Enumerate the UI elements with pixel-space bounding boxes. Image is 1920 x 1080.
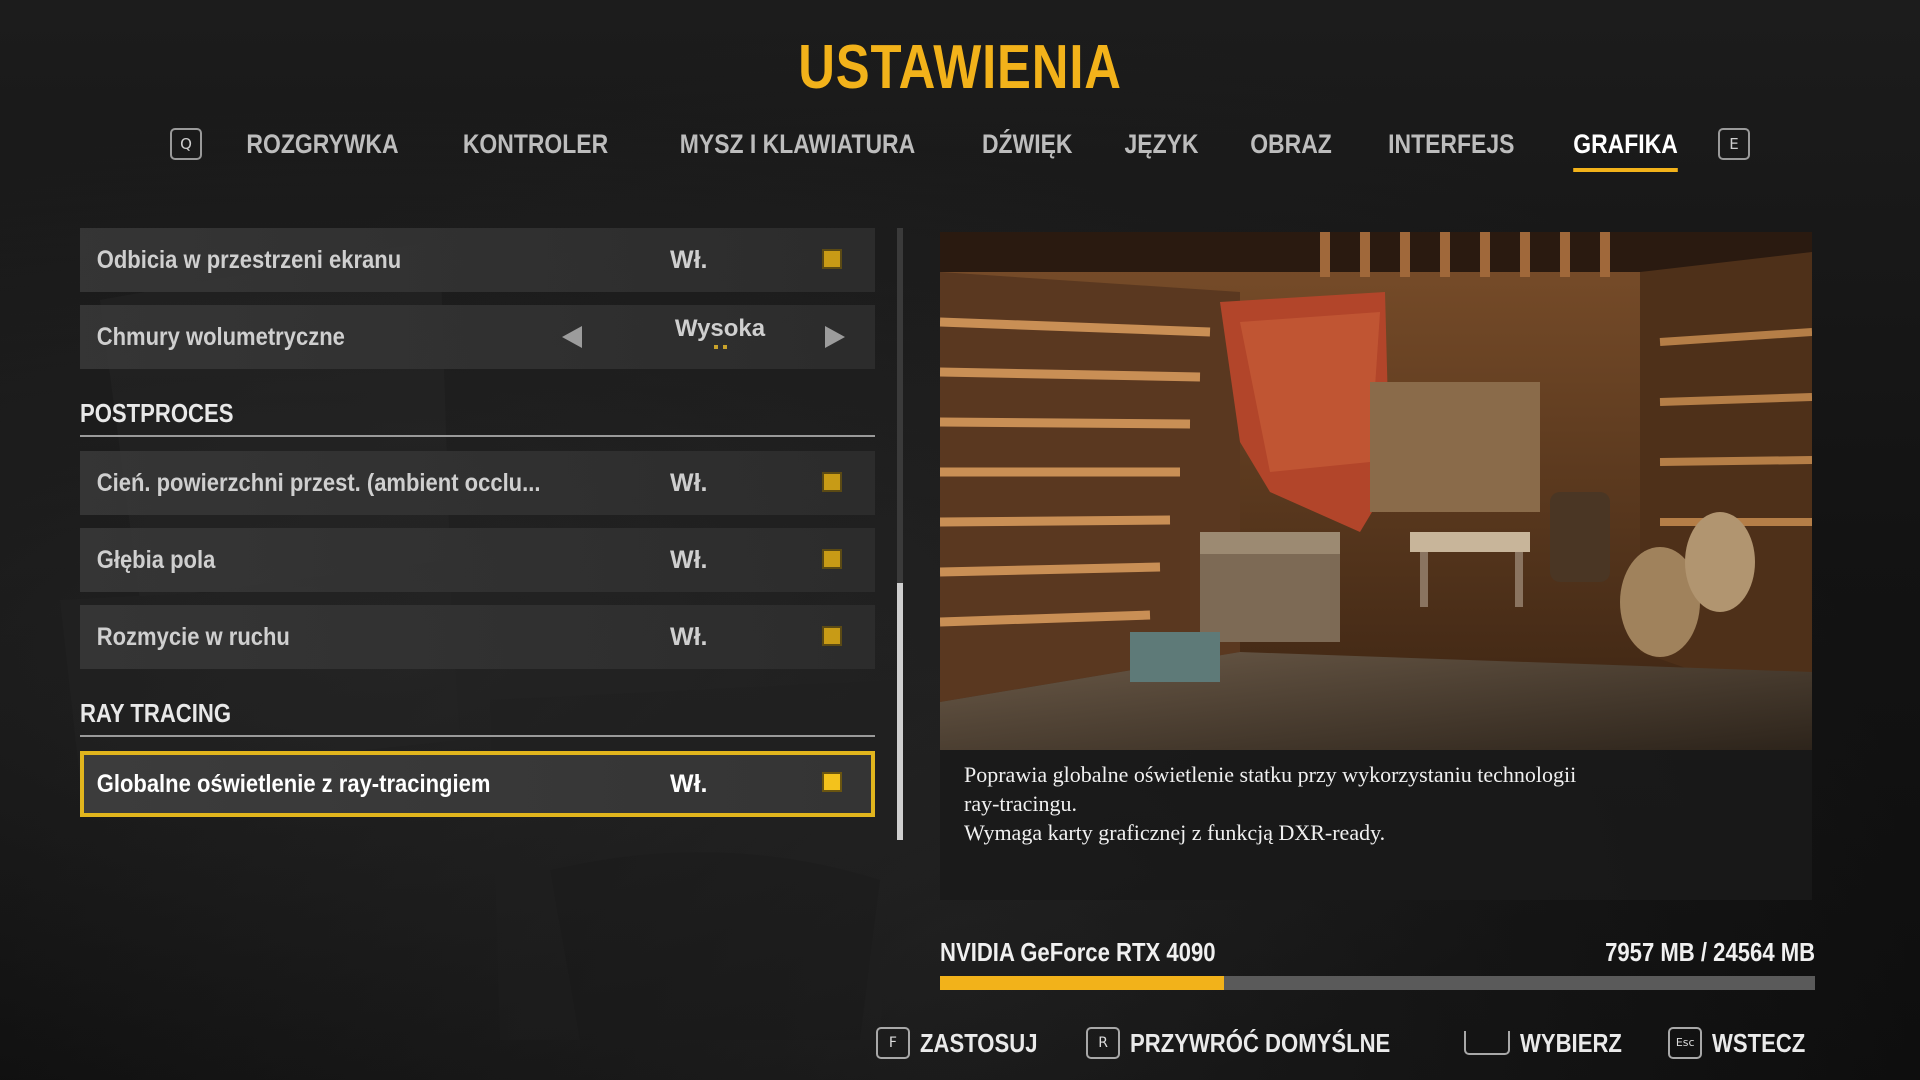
setting-depth-of-field[interactable]: Głębia pola Wł. [80, 528, 875, 592]
tab-gameplay[interactable]: ROZGRYWKA [246, 120, 398, 168]
key-r-icon: R [1086, 1027, 1121, 1059]
scrollbar-thumb[interactable] [897, 583, 903, 840]
description-line: Poprawia globalne oświetlenie statku prz… [964, 762, 1577, 787]
gpu-name: NVIDIA GeForce RTX 4090 [940, 937, 1216, 967]
restore-defaults-label: PRZYWRÓĆ DOMYŚLNE [1130, 1027, 1391, 1058]
setting-screen-space-reflections[interactable]: Odbicia w przestrzeni ekranu Wł. [80, 228, 875, 292]
setting-motion-blur[interactable]: Rozmycie w ruchu Wł. [80, 605, 875, 669]
spacebar-icon [1464, 1031, 1511, 1055]
toggle-checkbox[interactable] [822, 249, 842, 269]
tab-display[interactable]: OBRAZ [1251, 120, 1333, 168]
section-header-postprocess: POSTPROCES [80, 383, 875, 437]
arrow-right-icon[interactable] [825, 326, 845, 348]
vram-usage-text: 7957 MB / 24564 MB [1604, 937, 1815, 967]
section-header-ray-tracing: RAY TRACING [80, 683, 875, 737]
setting-ambient-occlusion[interactable]: Cień. powierzchni przest. (ambient occlu… [80, 451, 875, 515]
apply-button[interactable]: F ZASTOSUJ [875, 1027, 1058, 1059]
vram-usage-bar [940, 976, 1815, 990]
next-tab-key[interactable]: E [1718, 128, 1750, 160]
tab-interface[interactable]: INTERFEJS [1389, 120, 1515, 168]
description-line: Wymaga karty graficznej z funkcją DXR-re… [964, 820, 1386, 845]
select-label: WYBIERZ [1520, 1027, 1623, 1058]
page-title: USTAWIENIA [798, 33, 1122, 102]
setting-value: Wł. [670, 245, 708, 274]
setting-description: Poprawia globalne oświetlenie statku prz… [964, 760, 1804, 847]
setting-value: Wł. [670, 622, 708, 651]
selector-text: Wysoka [674, 315, 766, 342]
restore-defaults-button[interactable]: R PRZYWRÓĆ DOMYŚLNE [1086, 1027, 1436, 1059]
toggle-checkbox[interactable] [822, 626, 842, 646]
setting-rt-global-illumination[interactable]: Globalne oświetlenie z ray-tracingiem Wł… [80, 751, 875, 817]
option-dots [665, 345, 775, 349]
settings-scrollbar[interactable] [897, 228, 903, 840]
description-line: ray-tracingu. [964, 791, 1077, 816]
settings-list: Odbicia w przestrzeni ekranu Wł. Chmury … [80, 228, 875, 830]
tab-graphics[interactable]: GRAFIKA [1573, 120, 1678, 172]
tab-language[interactable]: JĘZYK [1125, 120, 1199, 168]
back-button[interactable]: Esc WSTECZ [1668, 1027, 1822, 1059]
toggle-checkbox[interactable] [822, 772, 842, 792]
tab-mouse-keyboard[interactable]: MYSZ I KLAWIATURA [680, 120, 915, 168]
back-label: WSTECZ [1712, 1027, 1806, 1058]
apply-label: ZASTOSUJ [919, 1027, 1038, 1058]
select-button[interactable]: WYBIERZ [1464, 1028, 1640, 1059]
preview-image [940, 232, 1812, 750]
selector-value: Wysoka [665, 315, 775, 349]
tab-audio[interactable]: DŹWIĘK [982, 120, 1073, 168]
setting-value: Wł. [670, 468, 708, 497]
setting-volumetric-clouds[interactable]: Chmury wolumetryczne Wysoka [80, 305, 875, 369]
settings-tabs: Q ROZGRYWKA KONTROLER MYSZ I KLAWIATURA … [0, 120, 1920, 172]
tab-controller[interactable]: KONTROLER [463, 120, 608, 168]
toggle-checkbox[interactable] [822, 549, 842, 569]
arrow-left-icon[interactable] [562, 326, 582, 348]
key-esc-icon: Esc [1668, 1027, 1703, 1059]
prev-tab-key[interactable]: Q [169, 128, 202, 160]
footer-prompts: F ZASTOSUJ R PRZYWRÓĆ DOMYŚLNE WYBIERZ E… [848, 1027, 1822, 1059]
setting-value: Wł. [670, 545, 708, 574]
key-f-icon: F [875, 1027, 910, 1059]
setting-value: Wł. [670, 769, 708, 798]
vram-usage-fill [940, 976, 1224, 990]
toggle-checkbox[interactable] [822, 472, 842, 492]
